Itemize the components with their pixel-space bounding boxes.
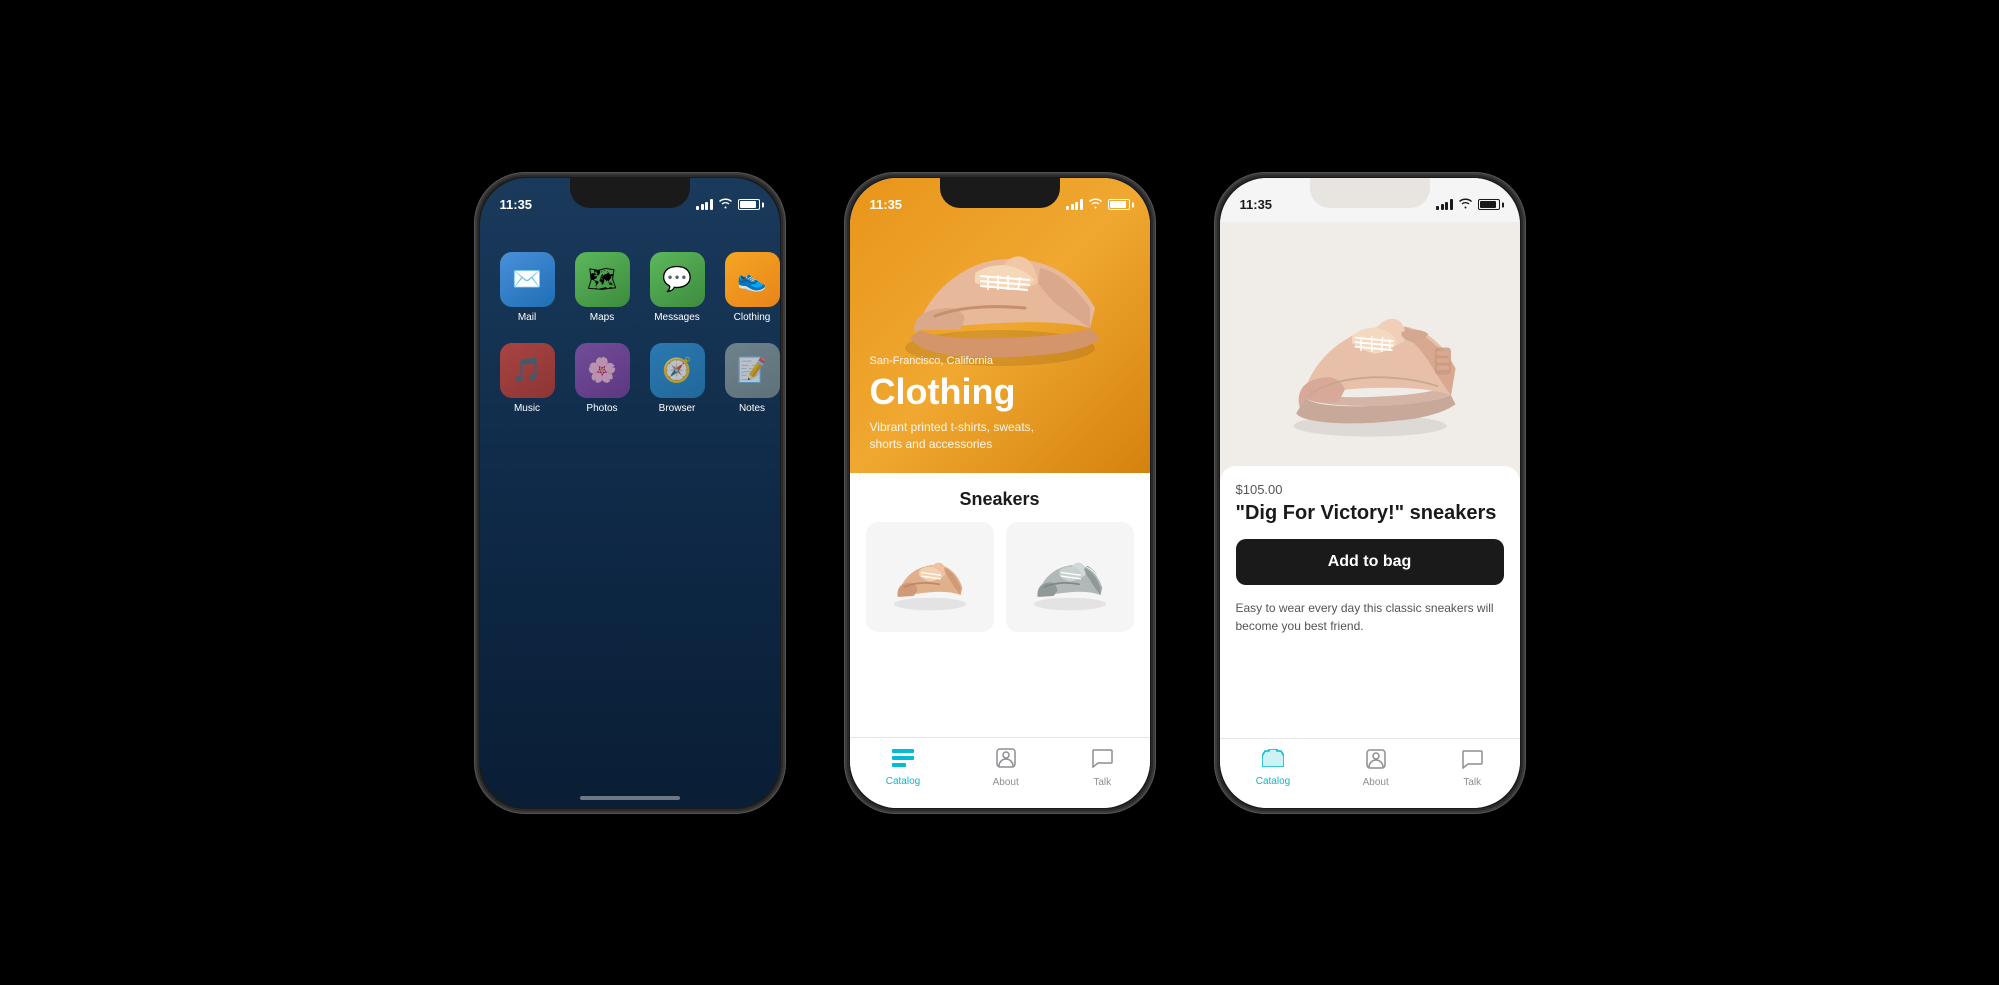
app-notes[interactable]: 📝 Notes — [725, 343, 780, 414]
app-browser[interactable]: 🧭 Browser — [650, 343, 705, 414]
hero-title: Clothing — [870, 371, 1060, 413]
catalog-nav-label: Catalog — [886, 776, 920, 787]
browser-icon: 🧭 — [650, 343, 705, 398]
bottom-nav-catalog: Catalog About — [850, 737, 1150, 808]
music-icon: 🎵 — [500, 343, 555, 398]
battery-icon-catalog — [1108, 199, 1130, 210]
talk-nav-label-detail: Talk — [1463, 777, 1481, 788]
detail-price: $105.00 — [1236, 482, 1504, 497]
mail-icon: ✉️ — [500, 252, 555, 307]
notes-label: Notes — [739, 403, 765, 414]
app-grid: ✉️ Mail 🗺 Maps 💬 Messages 👟 Clothing — [480, 232, 780, 434]
messages-label: Messages — [654, 312, 700, 323]
add-to-bag-button[interactable]: Add to bag — [1236, 539, 1504, 585]
nav-about[interactable]: About — [993, 748, 1019, 788]
app-music[interactable]: 🎵 Music — [500, 343, 555, 414]
phone-catalog: 11:35 — [845, 173, 1155, 813]
hero-subtitle: Vibrant printed t-shirts, sweats, shorts… — [870, 419, 1060, 453]
about-nav-label: About — [993, 777, 1019, 788]
product-card-gray[interactable] — [1006, 522, 1134, 632]
browser-label: Browser — [659, 403, 696, 414]
battery-icon-detail — [1478, 199, 1500, 210]
home-screen: 11:35 — [480, 178, 780, 808]
catalog-nav-label-detail: Catalog — [1256, 776, 1290, 787]
battery-icon — [738, 199, 760, 210]
catalog-nav-icon-detail — [1262, 749, 1284, 773]
maps-label: Maps — [590, 312, 614, 323]
phones-container: 11:35 — [475, 173, 1525, 813]
signal-icon — [696, 199, 713, 210]
clothing-label: Clothing — [734, 312, 771, 323]
wifi-icon — [718, 198, 733, 212]
maps-icon: 🗺 — [575, 252, 630, 307]
time-detail: 11:35 — [1240, 197, 1273, 212]
music-label: Music — [514, 403, 540, 414]
photos-icon: 🌸 — [575, 343, 630, 398]
detail-screen: 11:35 — [1220, 178, 1520, 808]
catalog-nav-icon — [892, 749, 914, 773]
app-maps[interactable]: 🗺 Maps — [575, 252, 630, 323]
app-photos[interactable]: 🌸 Photos — [575, 343, 630, 414]
phone-home: 11:35 — [475, 173, 785, 813]
hero-location: San-Francisco, California — [870, 355, 1060, 367]
catalog-content[interactable]: Sneakers — [850, 473, 1150, 737]
detail-hero — [1220, 222, 1520, 482]
photos-label: Photos — [586, 403, 617, 414]
signal-icon-catalog — [1066, 199, 1083, 210]
bottom-nav-detail: Catalog About — [1220, 738, 1520, 808]
section-title: Sneakers — [866, 489, 1134, 510]
status-icons-detail — [1436, 196, 1500, 214]
wifi-icon-catalog — [1088, 196, 1103, 214]
notch-catalog — [940, 178, 1060, 208]
app-clothing[interactable]: 👟 Clothing — [725, 252, 780, 323]
notes-icon: 📝 — [725, 343, 780, 398]
signal-icon-detail — [1436, 199, 1453, 210]
messages-icon: 💬 — [650, 252, 705, 307]
nav-talk[interactable]: Talk — [1091, 748, 1113, 788]
hero-shoe-image — [880, 208, 1120, 378]
time-catalog: 11:35 — [870, 197, 903, 212]
catalog-hero: 11:35 — [850, 178, 1150, 473]
about-nav-icon-detail — [1366, 749, 1386, 774]
mail-label: Mail — [518, 312, 536, 323]
nav-catalog-detail[interactable]: Catalog — [1256, 749, 1290, 787]
product-card-beige[interactable] — [866, 522, 994, 632]
home-indicator — [580, 796, 680, 800]
about-nav-icon — [996, 748, 1016, 774]
status-icons-home — [696, 198, 760, 212]
time-home: 11:35 — [500, 197, 533, 212]
app-mail[interactable]: ✉️ Mail — [500, 252, 555, 323]
detail-title: "Dig For Victory!" sneakers — [1236, 501, 1504, 525]
wifi-icon-detail — [1458, 196, 1473, 214]
clothing-icon: 👟 — [725, 252, 780, 307]
nav-catalog[interactable]: Catalog — [886, 749, 920, 787]
app-messages[interactable]: 💬 Messages — [650, 252, 705, 323]
hero-text: San-Francisco, California Clothing Vibra… — [870, 355, 1060, 453]
product-grid — [866, 522, 1134, 632]
talk-nav-label: Talk — [1093, 777, 1111, 788]
nav-talk-detail[interactable]: Talk — [1461, 749, 1483, 788]
notch-detail — [1310, 178, 1430, 208]
talk-nav-icon-detail — [1461, 749, 1483, 774]
talk-nav-icon — [1091, 748, 1113, 774]
about-nav-label-detail: About — [1363, 777, 1389, 788]
notch — [570, 178, 690, 208]
detail-description: Easy to wear every day this classic snea… — [1236, 599, 1504, 635]
status-icons-catalog — [1066, 196, 1130, 214]
phone-detail: 11:35 — [1215, 173, 1525, 813]
nav-about-detail[interactable]: About — [1363, 749, 1389, 788]
catalog-screen: 11:35 — [850, 178, 1150, 808]
detail-content: $105.00 "Dig For Victory!" sneakers Add … — [1220, 466, 1520, 738]
